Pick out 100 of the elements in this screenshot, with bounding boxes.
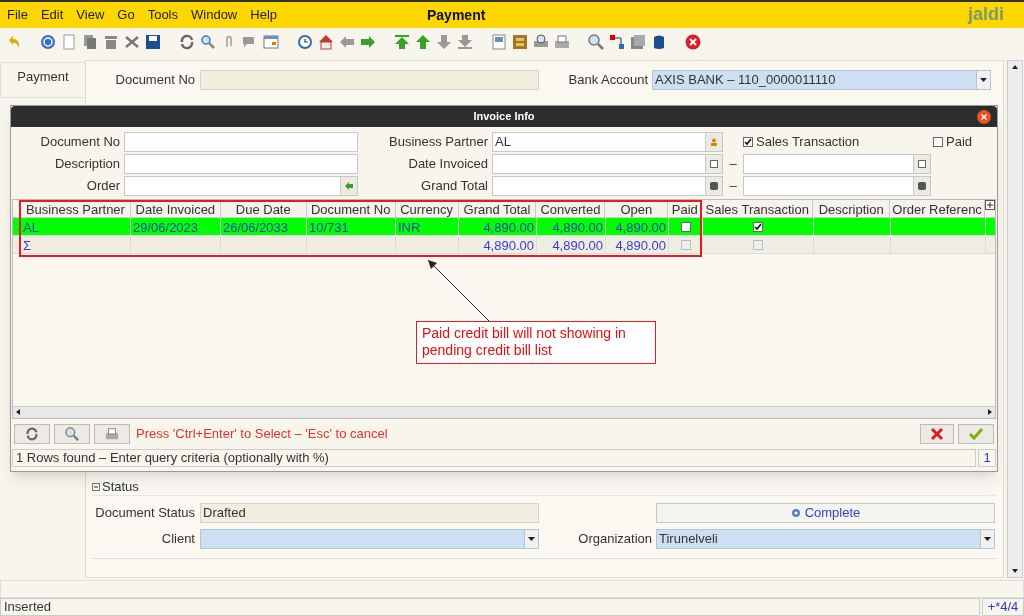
lookup-button[interactable] (705, 133, 722, 151)
input-field[interactable] (743, 176, 931, 196)
zoom-button[interactable] (54, 424, 90, 444)
field-label: Date Invoiced (407, 155, 489, 174)
hint-text: Press 'Ctrl+Enter' to Select – 'Esc' to cancel (136, 425, 388, 444)
checkbox[interactable] (680, 221, 691, 232)
zoom-icon[interactable] (588, 34, 604, 50)
menu-item[interactable]: File (7, 5, 28, 25)
checkbox[interactable] (933, 137, 943, 147)
field-label: Grand Total (420, 177, 489, 196)
field-label: Client (160, 530, 196, 549)
caret-icon (984, 537, 991, 541)
menu-item[interactable]: Window (191, 5, 238, 25)
menu-item[interactable]: Tools (147, 5, 178, 25)
input-field[interactable] (124, 154, 358, 174)
refresh-button[interactable] (14, 424, 50, 444)
menu-item[interactable]: View (76, 5, 105, 25)
close-icon[interactable] (977, 109, 991, 124)
annotation-callout: Paid credit bill will not showing in pending credit bill list (416, 321, 656, 364)
table-row[interactable]: Σ 4,890.00 4,890.00 4,890.00 (13, 236, 995, 254)
search-icon[interactable] (200, 34, 216, 50)
history-icon[interactable] (297, 34, 313, 50)
checkbox[interactable] (753, 221, 763, 232)
calculator-button[interactable] (705, 177, 722, 195)
input-field[interactable] (743, 154, 931, 174)
field-label: Bank Account (567, 71, 649, 90)
dropdown-button[interactable] (976, 71, 990, 89)
checkbox-label: Paid (946, 133, 973, 152)
print-preview-icon[interactable] (533, 34, 549, 50)
report-icon[interactable] (491, 34, 507, 50)
select-field[interactable]: Tirunelveli (656, 529, 995, 549)
table-cell: 4,890.00 (537, 218, 606, 235)
calculator-button[interactable] (913, 177, 930, 195)
field-label: Document Status (94, 504, 196, 523)
field-label: Document No (39, 133, 121, 152)
field-label: Document No (114, 71, 196, 90)
table-row[interactable]: AL 29/06/2023 26/06/2033 10/731 INR 4,890.00 4,890.00 4,890.00 (13, 218, 995, 236)
table-cell: 4,890.00 (459, 236, 537, 253)
logo: jaldi (968, 5, 1004, 23)
side-tab[interactable]: Payment (0, 62, 85, 98)
range-dash: – (728, 155, 738, 174)
archive-icon[interactable] (512, 34, 528, 50)
first-record-icon[interactable] (394, 34, 410, 50)
print-button[interactable] (94, 424, 130, 444)
select-field[interactable] (200, 529, 539, 549)
status-bar-message: Inserted (0, 598, 980, 616)
back-arrow-icon[interactable] (339, 34, 355, 50)
annotation-arrow (426, 258, 492, 322)
print-icon[interactable] (554, 34, 570, 50)
dropdown-button[interactable] (980, 530, 994, 548)
delete-icon[interactable] (103, 34, 119, 50)
input-field[interactable] (124, 176, 358, 196)
column-header[interactable]: Sales Transaction (702, 200, 814, 217)
menu-item[interactable]: Help (250, 5, 277, 25)
field-label: Order (85, 177, 121, 196)
dropdown-button[interactable] (524, 530, 538, 548)
print-icon (105, 427, 119, 441)
caret-icon (980, 78, 987, 82)
table-cell: 4,890.00 (606, 236, 669, 253)
table-cell: 26/06/2033 (221, 218, 307, 235)
column-menu-icon[interactable] (985, 200, 995, 210)
ok-button[interactable] (958, 424, 994, 444)
refresh-icon (25, 427, 39, 441)
menu-item[interactable]: Edit (40, 5, 64, 25)
calendar-button[interactable] (705, 155, 722, 173)
field-label: Description (53, 155, 121, 174)
table-cell: 4,890.00 (537, 236, 606, 253)
refresh-icon[interactable] (179, 34, 195, 50)
up-arrow-icon[interactable] (415, 34, 431, 50)
arrow-icon (345, 182, 353, 190)
check-icon (968, 427, 984, 441)
forward-arrow-icon[interactable] (360, 34, 376, 50)
column-header[interactable]: Order Referenc (890, 200, 986, 217)
complete-button[interactable]: Complete (656, 503, 995, 523)
select-field[interactable]: AXIS BANK – 110_0000011110 (652, 70, 991, 90)
menu-item[interactable]: Go (117, 5, 135, 25)
collapse-icon[interactable] (92, 482, 100, 491)
input-field[interactable] (200, 70, 539, 90)
table-cell: 29/06/2023 (131, 218, 221, 235)
database-icon[interactable] (651, 34, 667, 50)
column-header[interactable]: Description (813, 200, 891, 217)
caret-icon (528, 537, 535, 541)
input-field[interactable]: AL (492, 132, 723, 152)
dialog-title: Invoice Info (473, 109, 535, 125)
checkbox[interactable] (743, 137, 753, 147)
lookup-button[interactable] (340, 177, 357, 195)
table-cell: AL (21, 218, 131, 235)
table-cell: INR (396, 218, 459, 235)
save-icon[interactable] (145, 34, 161, 50)
input-field[interactable] (492, 176, 723, 196)
input-field[interactable]: Drafted (200, 503, 539, 523)
home-icon[interactable] (318, 34, 334, 50)
calendar-button[interactable] (913, 155, 930, 173)
input-field[interactable] (492, 154, 723, 174)
last-record-icon[interactable] (457, 34, 473, 50)
down-arrow-icon[interactable] (436, 34, 452, 50)
input-field[interactable] (124, 132, 358, 152)
person-icon (710, 138, 718, 146)
cancel-button[interactable] (920, 424, 954, 444)
copy-icon[interactable] (82, 34, 98, 50)
